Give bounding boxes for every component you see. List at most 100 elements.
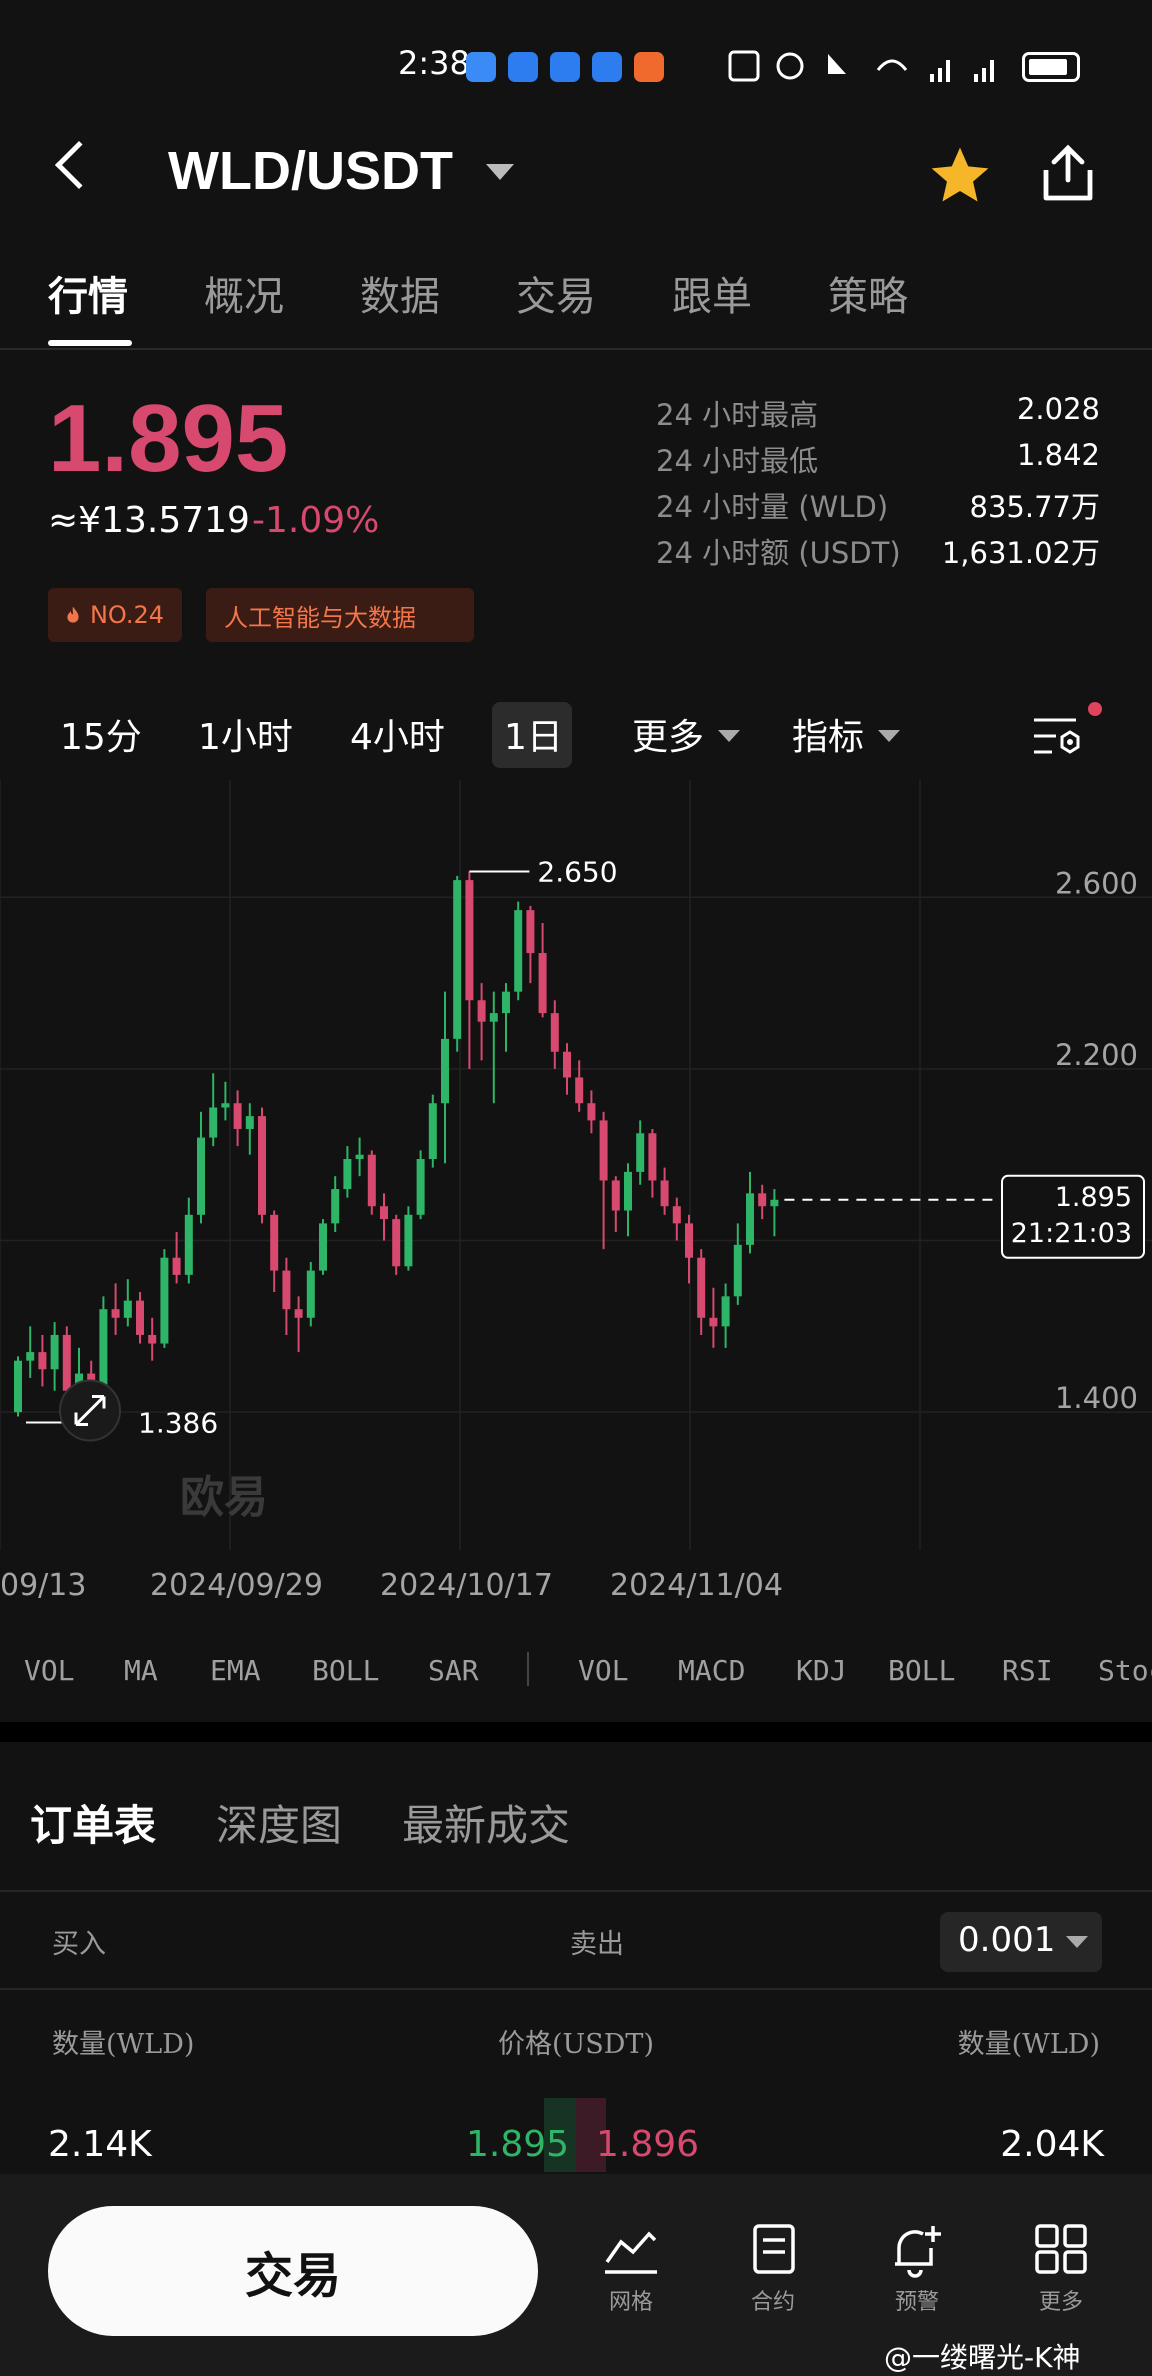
indicator-sar[interactable]: SAR <box>428 1654 479 1687</box>
tab-latest-trades[interactable]: 最新成交 <box>402 1792 570 1853</box>
candle-body <box>209 1107 218 1138</box>
tab-strategy[interactable]: 策略 <box>828 264 908 322</box>
indicator-macd[interactable]: MACD <box>678 1654 745 1687</box>
candle-body <box>160 1257 169 1344</box>
candle-body <box>294 1309 303 1318</box>
pair-title[interactable]: WLD/USDT <box>168 140 453 202</box>
ask-quantity[interactable]: 2.04K <box>1000 2124 1104 2165</box>
sell-label: 卖出 <box>570 1929 624 1960</box>
nav-contract[interactable]: 合约 <box>718 2222 828 2316</box>
chevron-down-icon[interactable] <box>486 164 514 180</box>
candle-body <box>709 1317 718 1327</box>
tab-order-book[interactable]: 订单表 <box>30 1792 156 1853</box>
indicator-menu[interactable]: 指标 <box>792 708 864 760</box>
stat-label-turnover: 24 小时额 (USDT) <box>656 536 901 570</box>
tab-copy-trade[interactable]: 跟单 <box>672 264 752 322</box>
bid-price[interactable]: 1.895 <box>466 2124 569 2165</box>
chart-settings-icon[interactable] <box>1030 712 1086 762</box>
stat-value-low: 1.842 <box>1016 438 1100 472</box>
y-axis-label: 2.200 <box>1055 1038 1138 1072</box>
fire-icon <box>67 606 79 623</box>
trade-button[interactable]: 交易 <box>48 2206 538 2336</box>
tab-overview[interactable]: 概况 <box>204 264 284 322</box>
indicator-ema[interactable]: EMA <box>210 1654 261 1687</box>
status-icons <box>728 50 994 82</box>
candle-body <box>575 1077 584 1104</box>
interval-4h[interactable]: 4小时 <box>350 708 445 760</box>
nav-more-label: 更多 <box>1038 2290 1083 2315</box>
candle-body <box>648 1133 657 1181</box>
change-percent: -1.09% <box>252 500 380 541</box>
candle-body <box>62 1334 71 1391</box>
candle-body <box>197 1137 205 1215</box>
divider <box>527 1652 529 1686</box>
nav-grid-label: 网格 <box>608 2290 653 2315</box>
indicator-vol[interactable]: VOL <box>24 1654 75 1687</box>
chevron-down-icon[interactable] <box>1066 1936 1088 1948</box>
candle-body <box>746 1193 754 1245</box>
divider <box>0 348 1152 350</box>
interval-1d[interactable]: 1日 <box>504 708 563 760</box>
indicator-rsi[interactable]: RSI <box>1002 1654 1053 1687</box>
indicator-sub-vol[interactable]: VOL <box>578 1654 629 1687</box>
candlestick-chart[interactable]: 欧易 2.600 2.200 1.400 2.650 1.386 1.895 21:21:… <box>0 780 1152 1560</box>
candle-body <box>441 1038 449 1104</box>
indicator-stoch[interactable]: Stoc <box>1098 1654 1152 1687</box>
back-icon[interactable] <box>54 140 104 190</box>
candle-body <box>416 1159 425 1215</box>
star-icon[interactable] <box>926 142 994 210</box>
indicator-boll[interactable]: BOLL <box>312 1654 379 1687</box>
indicator-sub-boll[interactable]: BOLL <box>888 1654 955 1687</box>
col-qty-sell: 数量(WLD) <box>957 2029 1100 2060</box>
candle-body <box>331 1189 340 1224</box>
nav-alert-label: 预警 <box>894 2290 939 2315</box>
x-axis-label: 09/13 <box>0 1568 87 1603</box>
chart-watermark: 欧易 <box>180 1472 268 1523</box>
nav-grid[interactable]: 网格 <box>576 2222 686 2316</box>
candle-body <box>184 1214 193 1275</box>
tab-market[interactable]: 行情 <box>48 264 128 322</box>
grid-bot-icon <box>605 2231 657 2274</box>
status-app-icon <box>466 52 496 82</box>
candle-body <box>355 1154 364 1160</box>
indicator-ma[interactable]: MA <box>124 1654 158 1687</box>
candle-body <box>343 1159 352 1190</box>
rank-badge[interactable]: NO.24 <box>48 588 182 642</box>
candle-body <box>563 1051 571 1078</box>
indicator-kdj[interactable]: KDJ <box>796 1654 847 1687</box>
share-icon[interactable] <box>1038 142 1098 204</box>
candle-body <box>14 1360 22 1413</box>
candle-body <box>672 1206 681 1224</box>
current-price-label: 1.895 <box>1055 1182 1132 1213</box>
tab-depth-chart[interactable]: 深度图 <box>216 1792 342 1853</box>
ask-price[interactable]: 1.896 <box>596 2124 699 2165</box>
interval-more[interactable]: 更多 <box>632 708 704 760</box>
candle-body <box>636 1133 645 1172</box>
cny-price: ≈¥13.5719 <box>48 500 250 541</box>
last-price: 1.895 <box>48 385 289 492</box>
tab-trade[interactable]: 交易 <box>516 264 596 322</box>
candle-body <box>697 1257 706 1318</box>
candle-body <box>624 1171 632 1211</box>
category-badge[interactable]: 人工智能与大数据 <box>206 588 474 642</box>
candle-body <box>465 880 474 1001</box>
nav-alert[interactable]: 预警 <box>862 2222 972 2316</box>
tab-data[interactable]: 数据 <box>360 264 440 322</box>
interval-1h[interactable]: 1小时 <box>198 708 293 760</box>
candle-body <box>538 953 547 1014</box>
candle-body <box>685 1223 693 1258</box>
candle-body <box>599 1120 608 1181</box>
tab-underline <box>48 340 132 346</box>
section-divider <box>0 1722 1152 1742</box>
chevron-down-icon[interactable] <box>878 730 900 742</box>
candle-body <box>526 910 535 954</box>
bid-quantity[interactable]: 2.14K <box>48 2124 152 2165</box>
candle-body <box>489 1013 498 1022</box>
nav-more[interactable]: 更多 <box>1006 2222 1116 2316</box>
candle-body <box>245 1116 254 1129</box>
interval-15m[interactable]: 15分 <box>60 708 142 760</box>
candle-body <box>721 1296 730 1327</box>
notification-dot <box>1088 702 1102 716</box>
chevron-down-icon[interactable] <box>718 730 740 742</box>
candles <box>14 871 779 1417</box>
